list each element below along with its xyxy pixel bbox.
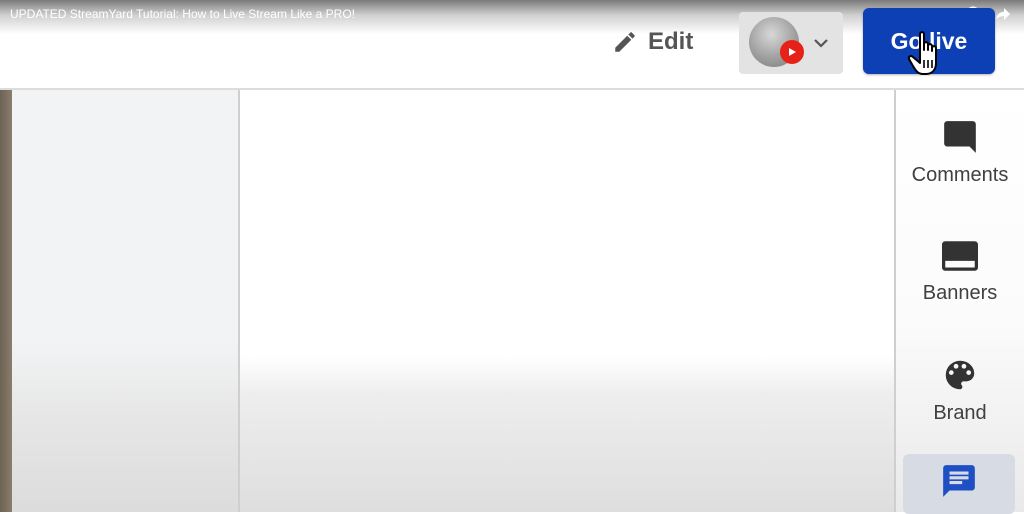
- sidebar-item-brand[interactable]: Brand: [896, 356, 1024, 425]
- edit-button[interactable]: Edit: [612, 24, 693, 60]
- banner-icon: [942, 241, 978, 271]
- sidebar-item-label: Banners: [922, 282, 998, 304]
- edit-label: Edit: [648, 28, 694, 55]
- sidebar-item-label: Brand: [933, 402, 987, 424]
- palette-icon: [945, 360, 975, 390]
- sidebar-item-chat[interactable]: [903, 454, 1015, 514]
- video-title: UPDATED StreamYard Tutorial: How to Live…: [10, 7, 356, 21]
- stage-canvas: [240, 90, 895, 512]
- chat-icon: [943, 465, 975, 497]
- camera-preview-edge: [0, 90, 12, 512]
- sidebar-item-banners[interactable]: Banners: [896, 238, 1024, 305]
- sidebar-item-label: Comments: [911, 164, 1009, 186]
- destination-selector[interactable]: [739, 12, 843, 74]
- youtube-icon: [780, 40, 804, 64]
- comment-icon: [944, 121, 976, 153]
- left-panel: [12, 90, 239, 512]
- hand-cursor-icon: [907, 31, 937, 75]
- share-icon[interactable]: [995, 7, 1011, 21]
- chevron-down-icon: [814, 39, 828, 48]
- pencil-icon: [615, 32, 635, 52]
- sidebar-item-comments[interactable]: Comments: [896, 118, 1024, 187]
